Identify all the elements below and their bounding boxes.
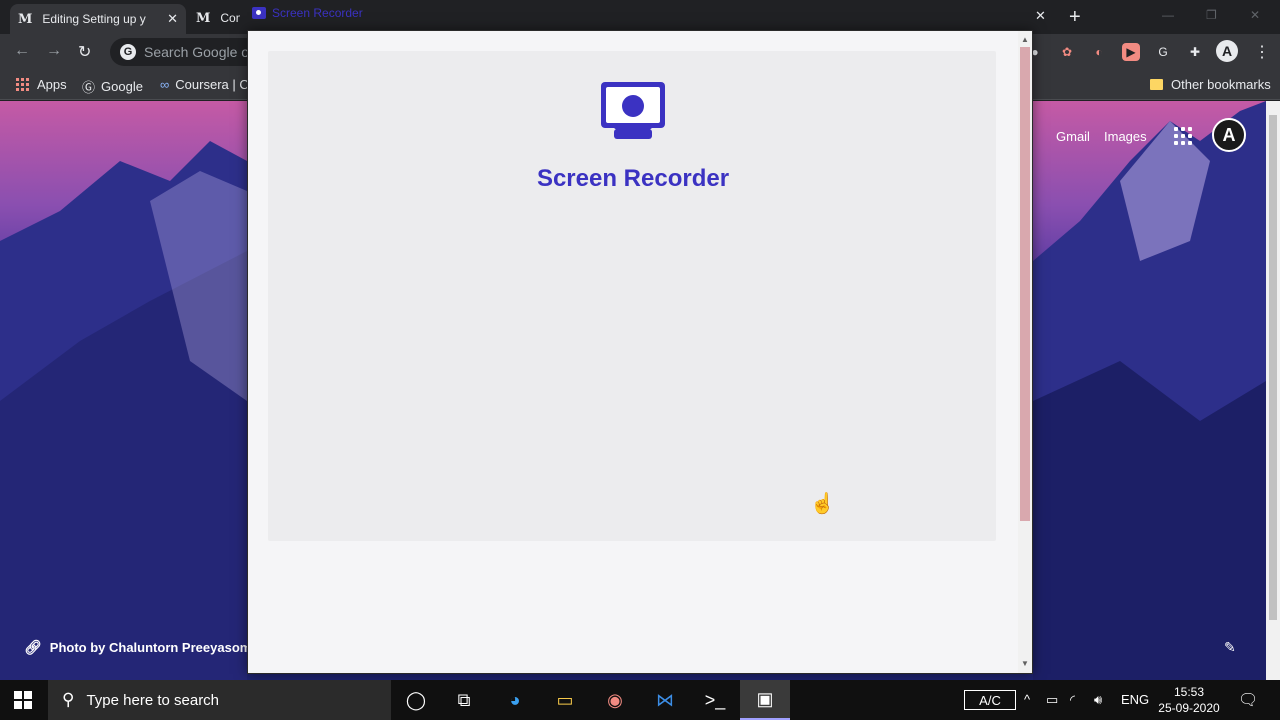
search-icon: ⚲: [62, 690, 75, 709]
tab-title: Comp: [220, 11, 240, 25]
clock-date: 25-09-2020: [1158, 701, 1220, 715]
bookmark-apps[interactable]: Apps: [16, 77, 67, 92]
puzzle-icon[interactable]: ✚: [1186, 43, 1204, 61]
file-explorer-icon[interactable]: ▭: [540, 680, 590, 720]
terminal-icon[interactable]: >_: [690, 680, 740, 720]
forward-icon[interactable]: →: [46, 42, 62, 60]
clock-time: 15:53: [1173, 685, 1205, 699]
tab-comp[interactable]: M Comp: [188, 4, 248, 32]
search-placeholder: Type here to search: [86, 691, 220, 709]
extension-icon[interactable]: ◐: [1090, 43, 1108, 61]
new-tab-button[interactable]: +: [1069, 6, 1081, 29]
folder-icon: [1150, 79, 1163, 90]
photo-credit-text: Photo by Chaluntorn Preeyasomb: [49, 640, 260, 655]
scroll-down-icon[interactable]: ▼: [1021, 659, 1029, 668]
app-title: Screen Recorder: [536, 165, 730, 192]
scrollbar-thumb[interactable]: [1269, 115, 1277, 620]
scroll-up-icon[interactable]: ▲: [1021, 35, 1029, 44]
power-mode-badge[interactable]: A/C: [964, 690, 1016, 710]
wifi-icon[interactable]: ◜: [1070, 692, 1075, 708]
medium-icon: M: [196, 10, 211, 26]
apps-grid-icon: [16, 78, 29, 91]
close-window-icon[interactable]: ✕: [1250, 8, 1260, 22]
google-icon: Ⓖ: [82, 80, 96, 95]
images-link[interactable]: Images: [1104, 129, 1147, 144]
maximize-icon[interactable]: ❐: [1206, 8, 1217, 22]
bookmark-label: Apps: [37, 77, 67, 92]
bookmark-label: Other bookmarks: [1171, 77, 1271, 92]
popup-scrollbar[interactable]: ▲ ▼: [1018, 31, 1032, 673]
close-tab-icon[interactable]: ✕: [167, 11, 178, 27]
google-icon: G: [120, 44, 136, 60]
taskbar: ⚲ Type here to search ◯ ⧉ ◕ ▭ ◉ ⋈ >_ ▣: [0, 680, 1280, 720]
page-scrollbar[interactable]: [1266, 101, 1280, 680]
task-view-icon[interactable]: ⧉: [439, 680, 489, 720]
popup-tab-title-text: Screen Recorder: [272, 6, 363, 20]
coursera-icon: ∞: [160, 77, 170, 92]
bookmark-label: Google: [101, 79, 143, 94]
medium-icon: M: [18, 11, 33, 27]
popup-close-icon[interactable]: ✕: [1035, 8, 1046, 24]
screen-recorder-favicon: [252, 7, 266, 19]
taskbar-search[interactable]: ⚲ Type here to search: [48, 680, 391, 720]
account-avatar[interactable]: A: [1212, 118, 1246, 152]
bookmark-google[interactable]: Ⓖ Google: [82, 77, 143, 96]
hand-cursor-icon: ☝: [810, 493, 835, 515]
google-apps-icon[interactable]: [1174, 127, 1192, 145]
screen-recorder-taskbar-icon[interactable]: ▣: [740, 680, 790, 720]
extension-icon[interactable]: ▶: [1122, 43, 1140, 61]
chrome-icon[interactable]: ◉: [590, 680, 640, 720]
customize-pencil-icon[interactable]: ✎: [1224, 639, 1236, 656]
language-indicator[interactable]: ENG: [1121, 692, 1149, 707]
system-clock[interactable]: 15:53 25-09-2020: [1150, 684, 1228, 716]
gmail-link[interactable]: Gmail: [1056, 129, 1090, 144]
profile-avatar[interactable]: A: [1216, 40, 1238, 62]
battery-icon[interactable]: ▭: [1046, 692, 1058, 708]
volume-icon[interactable]: 🔊︎: [1094, 692, 1102, 708]
popup-content: Screen Recorder ☝: [248, 31, 1018, 673]
minimize-icon[interactable]: —: [1162, 8, 1174, 22]
windows-start-icon[interactable]: [14, 691, 32, 709]
grammarly-icon[interactable]: G: [1154, 43, 1172, 61]
link-icon: 🔗︎: [24, 639, 42, 655]
screen-recorder-popup: Screen Recorder ☝ ▲ ▼: [247, 30, 1033, 674]
bookmark-other[interactable]: Other bookmarks: [1150, 77, 1271, 92]
tab-editing[interactable]: M Editing Setting up y ✕: [10, 4, 186, 34]
edge-icon[interactable]: ◕: [490, 680, 540, 720]
popup-tab-title: Screen Recorder: [252, 6, 363, 20]
tab-title: Editing Setting up y: [42, 12, 146, 26]
bookmark-label: Coursera | C: [175, 77, 249, 92]
notification-icon[interactable]: 🗨︎: [1238, 690, 1258, 710]
scrollbar-thumb[interactable]: [1020, 47, 1030, 521]
menu-icon[interactable]: ⋮: [1254, 42, 1270, 62]
tab-strip: M Editing Setting up y ✕ M Comp + — ❐ ✕: [0, 0, 1280, 34]
photo-credit[interactable]: 🔗︎ Photo by Chaluntorn Preeyasomb: [24, 639, 259, 656]
omnibox-placeholder: Search Google o: [144, 44, 250, 60]
back-icon[interactable]: ←: [14, 42, 30, 60]
bookmark-coursera[interactable]: ∞ Coursera | C: [160, 77, 249, 92]
vscode-icon[interactable]: ⋈: [640, 680, 690, 720]
reload-icon[interactable]: ↻: [78, 42, 91, 62]
screen-recorder-logo-icon: [601, 82, 665, 139]
cortana-icon[interactable]: ◯: [391, 680, 441, 720]
show-hidden-icons[interactable]: ^: [1024, 692, 1030, 707]
extension-icon[interactable]: ✿: [1058, 43, 1076, 61]
